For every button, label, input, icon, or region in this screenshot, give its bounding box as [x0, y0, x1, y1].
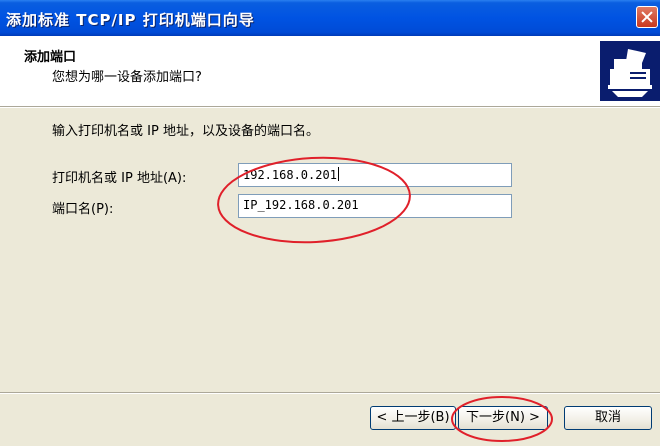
annotation-ellipse-next [451, 396, 553, 442]
annotation-ellipse-fields [217, 156, 411, 244]
annotation-overlay [217, 156, 553, 442]
